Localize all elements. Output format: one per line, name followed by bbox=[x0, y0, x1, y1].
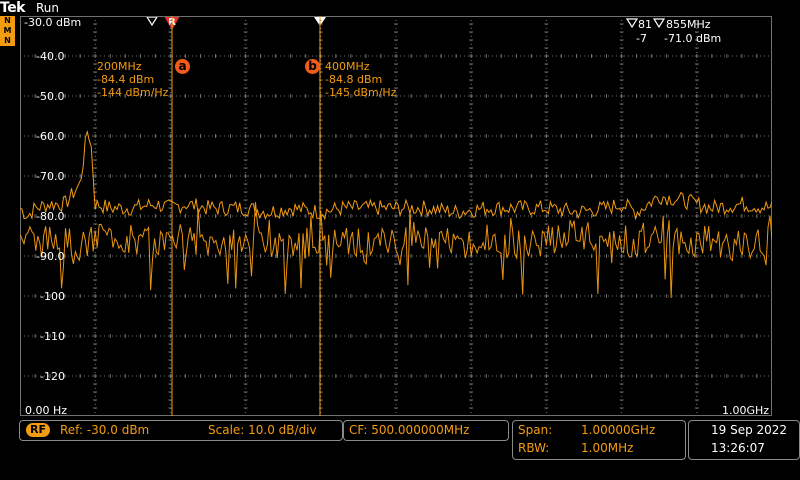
reference-level: Ref: -30.0 dBm bbox=[60, 423, 150, 437]
center-frequency: CF: 500.000000MHz bbox=[349, 423, 470, 437]
y-axis-label: -100 bbox=[40, 290, 65, 303]
y-axis-label: -120 bbox=[40, 370, 65, 383]
y-axis-label: -110 bbox=[40, 330, 65, 343]
vertical-scale: Scale: 10.0 dB/div bbox=[208, 423, 317, 437]
mode-letter: N bbox=[4, 36, 11, 45]
span-label: Span: bbox=[518, 423, 553, 437]
date-time-box[interactable]: 19 Sep 2022 13:26:07 bbox=[688, 420, 800, 460]
readout-line1b: 855MHz bbox=[666, 18, 711, 31]
readout-triangle-icon bbox=[652, 18, 666, 29]
x-axis-start-label: 0.00 Hz bbox=[25, 404, 68, 417]
readout-line2b: -71.0 dBm bbox=[664, 32, 722, 45]
marker-b-badge[interactable]: b bbox=[305, 59, 320, 74]
acquisition-status[interactable]: Run bbox=[36, 1, 59, 15]
y-axis-label: -60.0 bbox=[36, 130, 65, 143]
marker-a-readout: 200MHz -84.4 dBm -144 dBm/Hz bbox=[97, 60, 168, 99]
readout-triangle-icon bbox=[626, 18, 639, 29]
marker-a-badge[interactable]: a bbox=[175, 59, 190, 74]
time: 13:26:07 bbox=[711, 441, 765, 455]
marker-b-density: -145 dBm/Hz bbox=[325, 86, 397, 99]
ref-scale-box[interactable]: RF Ref: -30.0 dBm Scale: 10.0 dB/div bbox=[19, 420, 343, 441]
rbw-label: RBW: bbox=[518, 441, 550, 455]
rbw-value: 1.00MHz bbox=[581, 441, 634, 455]
readout-line1a: 81 bbox=[638, 18, 652, 31]
y-axis-label: -50.0 bbox=[36, 90, 65, 103]
x-axis-end-label: 1.00GHz bbox=[722, 404, 770, 417]
y-axis-label: -30.0 dBm bbox=[24, 16, 82, 29]
y-axis-label: -70.0 bbox=[36, 170, 65, 183]
y-axis-label: -40.0 bbox=[36, 50, 65, 63]
date: 19 Sep 2022 bbox=[711, 423, 788, 437]
marker-a-level: -84.4 dBm bbox=[97, 73, 155, 86]
marker-a-frequency: 200MHz bbox=[97, 60, 142, 73]
span-rbw-box[interactable]: Span: 1.00000GHz RBW: 1.00MHz bbox=[512, 420, 686, 460]
marker-b-readout: 400MHz -84.8 dBm -145 dBm/Hz bbox=[325, 60, 396, 99]
marker-a-density: -144 dBm/Hz bbox=[97, 86, 169, 99]
span-value: 1.00000GHz bbox=[581, 423, 656, 437]
center-frequency-box[interactable]: CF: 500.000000MHz bbox=[343, 420, 509, 441]
rf-badge: RF bbox=[26, 423, 50, 437]
y-axis-label: -80.0 bbox=[36, 210, 65, 223]
y-axis-label: -90.0 bbox=[36, 250, 65, 263]
marker-b-level: -84.8 dBm bbox=[325, 73, 383, 86]
marker-b-frequency: 400MHz bbox=[325, 60, 370, 73]
readout-line2a: -7 bbox=[636, 32, 647, 45]
